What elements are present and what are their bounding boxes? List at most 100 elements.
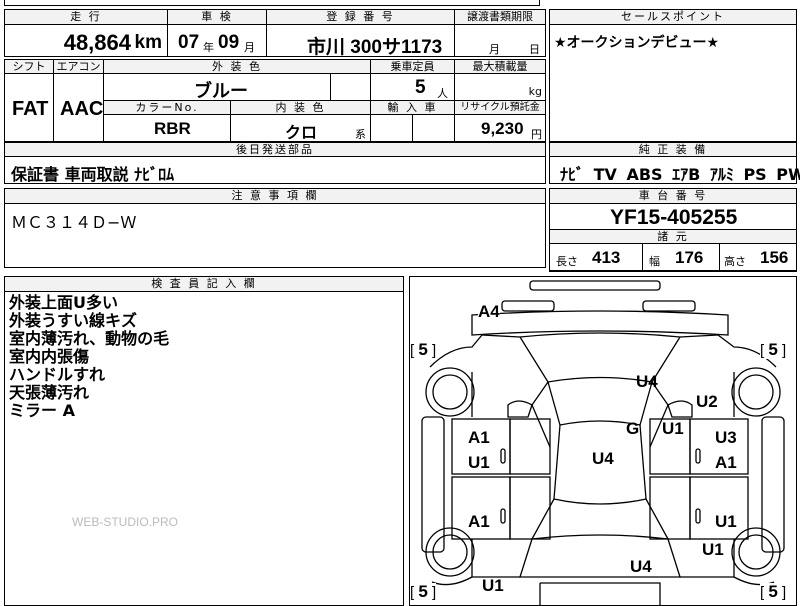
capacity-header: 乗車定員 <box>370 59 455 74</box>
transfer-box: 譲渡書類期限 月 日 <box>454 9 546 57</box>
inspector-note: 室内薄汚れ、動物の毛 <box>9 329 170 348</box>
mileage-header: 走 行 <box>4 9 168 25</box>
damage-label-a1-left-rear: A1 <box>468 512 490 531</box>
spec-header: 諸 元 <box>549 229 797 244</box>
length-cell: 長さ 413 <box>549 243 643 272</box>
damage-label-u4-hood: U4 <box>636 372 658 391</box>
inspector-header: 検 査 員 記 入 欄 <box>4 276 404 292</box>
damage-label-u1-left-front: U1 <box>468 453 490 472</box>
recycle-unit: 円 <box>531 128 542 141</box>
ac-header: エアコン <box>53 59 104 74</box>
chassis-box: 車 台 番 号 YF15-405255 <box>549 188 797 230</box>
registration-header: 登 録 番 号 <box>266 9 455 25</box>
inspector-note: 天張薄汚れ <box>9 383 90 402</box>
equipment-header: 純 正 装 備 <box>549 142 797 157</box>
delivery-parts-header: 後日発送部品 <box>4 142 546 157</box>
max-load-header: 最大積載量 <box>454 59 546 74</box>
damage-label-u4-trunk: U4 <box>630 557 652 576</box>
max-load-cell: kg <box>454 73 546 101</box>
damage-diagram-box: [ 5 ] [ 5 ] [ 5 ] [ 5 ] A4 U4 U2 G U1 U3… <box>409 276 797 606</box>
damage-label-u2: U2 <box>696 392 718 411</box>
delivery-parts-text: 保証書 車両取説 ﾅﾋﾞﾛﾑ <box>11 165 175 184</box>
inspector-note: 室内内張傷 <box>9 347 90 366</box>
registration-box: 登 録 番 号 市川 300サ1173 <box>266 9 455 58</box>
import-cell-a <box>370 114 413 142</box>
damage-label-u1-right-quarter: U1 <box>702 540 724 559</box>
damage-label-a1-right-front: A1 <box>715 453 737 472</box>
tire-value-front-right: [ 5 ] <box>760 340 787 359</box>
tire-value-rear-left: [ 5 ] <box>410 582 437 601</box>
damage-label-u3: U3 <box>715 428 737 447</box>
caution-header: 注 意 事 項 欄 <box>4 188 546 204</box>
tire-rear-right-value: 5 <box>768 582 778 601</box>
damage-label-u1-pillar: U1 <box>662 419 684 438</box>
spec-dimensions-box: 諸 元 長さ 413 幅 176 高さ 156 <box>549 229 797 272</box>
width-label: 幅 <box>649 255 660 268</box>
inspection-month: 09 <box>218 32 240 53</box>
mileage-value: 48,864 <box>63 30 131 55</box>
caution-text: ＭＣ３１４Ｄ−Ｗ <box>11 213 137 232</box>
caution-box: 注 意 事 項 欄 ＭＣ３１４Ｄ−Ｗ <box>4 188 546 268</box>
shift-header: シフト <box>4 59 54 74</box>
capacity-cell: 5 人 <box>370 73 455 101</box>
inspector-notes: 外装上面U多い 外装うすい線キズ 室内薄汚れ、動物の毛 室内内張傷 ハンドルすれ… <box>9 294 169 420</box>
inspection-year-unit: 年 <box>203 41 214 54</box>
length-label: 長さ <box>556 255 578 268</box>
transfer-month-unit: 月 <box>489 43 500 56</box>
damage-label-u1-rear-left: U1 <box>482 576 504 595</box>
equipment-items: ﾅﾋﾞ TV ABS ｴｱB ｱﾙﾐ PS PW <box>560 165 800 184</box>
damage-label-g: G <box>626 419 640 438</box>
mileage-box: 走 行 48,864 km <box>4 9 168 57</box>
damage-label-a4: A4 <box>478 302 500 321</box>
recycle-value: 9,230 <box>481 119 524 138</box>
inspector-note: 外装上面U多い <box>9 293 118 312</box>
shift-cell: シフト FAT <box>4 59 54 142</box>
transfer-header: 譲渡書類期限 <box>454 9 546 25</box>
height-cell: 高さ 156 <box>719 243 797 272</box>
tire-rear-left-value: 5 <box>418 582 428 601</box>
capacity-value: 5 <box>415 77 426 98</box>
damage-label-a1-left-front: A1 <box>468 428 490 447</box>
interior-color-cell: クロ 系 <box>230 114 371 142</box>
tire-front-right-value: 5 <box>768 340 778 359</box>
color-no-header: カラーNo. <box>103 100 231 115</box>
height-value: 156 <box>760 248 789 267</box>
tire-value-rear-right: [ 5 ] <box>760 582 787 601</box>
color-no-value: RBR <box>154 119 191 138</box>
inspection-month-unit: 月 <box>244 41 255 54</box>
exterior-color-extra-cell <box>330 73 371 101</box>
transfer-day-unit: 日 <box>529 43 540 56</box>
damage-label-u1-right-rear: U1 <box>715 512 737 531</box>
capacity-unit: 人 <box>437 87 448 100</box>
recycle-cell: 9,230 円 <box>454 114 546 142</box>
registration-value: 市川 300サ1173 <box>307 37 443 58</box>
interior-color-value: クロ <box>285 125 318 142</box>
inspector-box: 検 査 員 記 入 欄 外装上面U多い 外装うすい線キズ 室内薄汚れ、動物の毛 … <box>4 276 404 606</box>
selling-point-header: セールスポイント <box>549 9 797 25</box>
import-cell-b <box>412 114 455 142</box>
interior-color-header: 内 装 色 <box>230 100 371 115</box>
recycle-header: リサイクル預託金 <box>454 100 546 115</box>
selling-point-box: セールスポイント ★オークションデビュー★ <box>549 9 797 142</box>
watermark: WEB-STUDIO.PRO <box>72 515 179 529</box>
length-value: 413 <box>592 248 621 267</box>
ac-cell: エアコン AAC <box>53 59 104 142</box>
tire-front-left-value: 5 <box>418 340 428 359</box>
top-cutoff-row <box>4 0 540 6</box>
ac-value: AAC <box>60 98 104 120</box>
delivery-parts-box: 後日発送部品 保証書 車両取説 ﾅﾋﾞﾛﾑ <box>4 142 546 184</box>
inspector-note: ハンドルすれ <box>9 365 106 384</box>
inspection-header: 車 検 <box>167 9 267 25</box>
max-load-unit: kg <box>528 85 542 98</box>
inspection-year: 07 <box>178 32 200 53</box>
exterior-color-cell: ブルー <box>103 73 331 101</box>
import-header: 輸 入 車 <box>370 100 455 115</box>
width-value: 176 <box>675 248 704 267</box>
selling-point-text: ★オークションデビュー★ <box>554 35 720 51</box>
chassis-value: YF15-405255 <box>610 206 738 229</box>
inspector-note: ミラー A <box>9 401 75 420</box>
color-no-cell: RBR <box>103 114 231 142</box>
height-label: 高さ <box>724 255 746 268</box>
interior-color-suffix: 系 <box>355 128 366 141</box>
chassis-header: 車 台 番 号 <box>549 188 797 204</box>
